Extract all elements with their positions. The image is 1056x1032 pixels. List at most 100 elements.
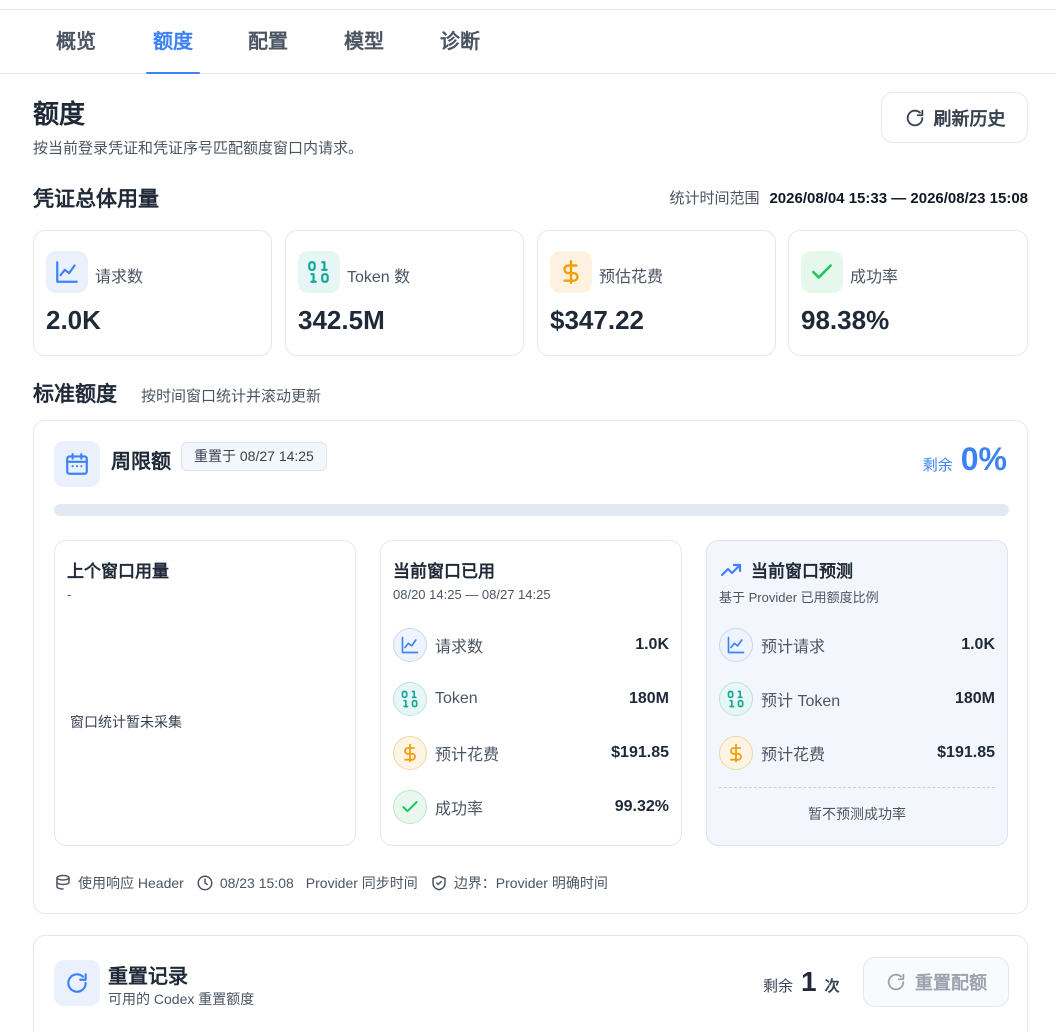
- refresh-history-label: 刷新历史: [933, 108, 1006, 129]
- dashed-divider: [719, 787, 995, 788]
- metric-value: 99.32%: [614, 798, 669, 815]
- metric-label: 请求数: [435, 639, 484, 656]
- tab-models[interactable]: 模型: [333, 10, 395, 73]
- stat-label: Token 数: [347, 269, 411, 286]
- reset-quota-label: 重置配额: [915, 973, 987, 993]
- panel-title: 当前窗口已用: [393, 562, 495, 581]
- panel-title-wrap: 当前窗口预测: [719, 557, 853, 582]
- quota-progress-bar: [54, 504, 1009, 516]
- page-subtitle: 按当前登录凭证和凭证序号匹配额度窗口内请求。: [33, 140, 364, 157]
- metric-value: 180M: [954, 690, 995, 707]
- range-label: 统计时间范围: [669, 190, 760, 207]
- metric-value: $191.85: [611, 744, 669, 761]
- stat-label: 预估花费: [599, 269, 664, 286]
- reset-record-title: 重置记录: [108, 966, 188, 988]
- metric-row-tokens: Token 180M: [393, 682, 669, 716]
- footer-boundary: 边界：Provider 明确时间: [453, 875, 608, 891]
- panel-title: 当前窗口预测: [751, 562, 853, 581]
- reset-remaining-unit: 次: [824, 978, 840, 995]
- dollar-icon: [393, 736, 427, 770]
- panel-subtitle: 08/20 14:25 — 08/27 14:25: [393, 587, 551, 602]
- metric-label: 预计 Token: [761, 693, 841, 710]
- remaining-value: 0%: [960, 441, 1007, 477]
- stat-card-success-rate: 成功率 98.38%: [788, 230, 1028, 356]
- dollar-icon: [550, 251, 592, 293]
- reset-record-subtitle: 可用的 Codex 重置额度: [108, 991, 255, 1007]
- standard-quota-subtitle: 按时间窗口统计并滚动更新: [141, 388, 322, 405]
- stat-label: 请求数: [95, 269, 144, 286]
- weekly-quota-card: 周限额 重置于 08/27 14:25 剩余 0% 上个窗口用量 - 窗口统计暂…: [33, 420, 1028, 914]
- check-icon: [801, 251, 843, 293]
- refresh-icon: [887, 973, 905, 991]
- stat-value: 2.0K: [46, 305, 101, 335]
- footer-time: 08/23 15:08: [219, 875, 294, 891]
- database-icon: [54, 874, 72, 892]
- forecast-row-tokens: 预计 Token 180M: [719, 682, 995, 716]
- reset-record-card: 重置记录 可用的 Codex 重置额度 剩余 1 次 重置配额: [33, 935, 1028, 1032]
- refresh-history-button[interactable]: 刷新历史: [881, 92, 1028, 143]
- empty-state-text: 窗口统计暂未采集: [70, 714, 182, 730]
- forecast-row-cost: 预计花费 $191.85: [719, 736, 995, 770]
- metric-label: 预计花费: [435, 747, 500, 764]
- panel-subtitle: 基于 Provider 已用额度比例: [719, 590, 879, 605]
- reset-remaining-label: 剩余: [763, 978, 794, 995]
- current-window-panel: 当前窗口已用 08/20 14:25 — 08/27 14:25 请求数 1.0…: [380, 540, 682, 846]
- line-chart-icon: [46, 251, 88, 293]
- stat-card-cost: 预估花费 $347.22: [537, 230, 776, 356]
- stat-card-tokens: Token 数 342.5M: [285, 230, 524, 356]
- usage-section-title: 凭证总体用量: [33, 188, 159, 211]
- binary-icon: [393, 682, 427, 716]
- footer-source: 使用响应 Header: [78, 875, 184, 891]
- forecast-row-requests: 预计请求 1.0K: [719, 628, 995, 662]
- metric-label: 预计请求: [761, 639, 826, 656]
- panel-title: 上个窗口用量: [67, 562, 169, 581]
- shield-check-icon: [430, 874, 448, 892]
- tab-overview[interactable]: 概览: [45, 10, 107, 73]
- metric-value: $191.85: [937, 744, 995, 761]
- stat-value: 342.5M: [298, 305, 385, 335]
- trend-up-icon: [720, 563, 742, 576]
- stat-value: 98.38%: [801, 305, 890, 335]
- clock-icon: [196, 874, 214, 892]
- reset-time-badge: 重置于 08/27 14:25: [181, 442, 327, 471]
- dollar-icon: [719, 736, 753, 770]
- page-title: 额度: [33, 99, 86, 129]
- line-chart-icon: [719, 628, 753, 662]
- footer-sync-label: Provider 同步时间: [305, 875, 418, 891]
- quota-footer: 使用响应 Header 08/23 15:08 Provider 同步时间 边界…: [54, 873, 608, 893]
- metric-row-cost: 预计花费 $191.85: [393, 736, 669, 770]
- no-forecast-note: 暂不预测成功率: [808, 806, 906, 822]
- stat-card-requests: 请求数 2.0K: [33, 230, 272, 356]
- standard-quota-title: 标准额度: [33, 383, 117, 406]
- reset-quota-button[interactable]: 重置配额: [863, 957, 1009, 1007]
- reset-remaining: 剩余 1 次: [763, 966, 840, 998]
- tab-bar: 概览 额度 配置 模型 诊断: [0, 10, 1056, 74]
- forecast-window-panel: 当前窗口预测 基于 Provider 已用额度比例 预计请求 1.0K 预计 T…: [706, 540, 1008, 846]
- remaining-label: 剩余: [922, 457, 953, 474]
- calendar-icon: [54, 441, 100, 487]
- metric-label: 预计花费: [761, 747, 826, 764]
- panel-subtitle: -: [67, 587, 72, 602]
- range-value: 2026/08/04 15:33 — 2026/08/23 15:08: [769, 190, 1028, 207]
- metric-row-requests: 请求数 1.0K: [393, 628, 669, 662]
- quota-title: 周限额: [111, 451, 171, 473]
- metric-value: 1.0K: [961, 636, 995, 653]
- refresh-icon: [906, 109, 923, 126]
- metric-row-success-rate: 成功率 99.32%: [393, 790, 669, 824]
- metric-value: 180M: [628, 690, 669, 707]
- refresh-icon: [54, 960, 100, 1006]
- binary-icon: [298, 251, 340, 293]
- metric-label: Token: [435, 690, 478, 707]
- binary-icon: [719, 682, 753, 716]
- tab-diagnostics[interactable]: 诊断: [429, 10, 491, 73]
- check-icon: [393, 790, 427, 824]
- stat-value: $347.22: [550, 305, 644, 335]
- metric-label: 成功率: [435, 801, 484, 818]
- line-chart-icon: [393, 628, 427, 662]
- stats-time-range: 统计时间范围 2026/08/04 15:33 — 2026/08/23 15:0…: [669, 187, 1028, 208]
- tab-quota[interactable]: 额度: [146, 10, 200, 74]
- quota-remaining: 剩余 0%: [923, 441, 1007, 478]
- tab-config[interactable]: 配置: [237, 10, 299, 73]
- metric-value: 1.0K: [635, 636, 669, 653]
- previous-window-panel: 上个窗口用量 - 窗口统计暂未采集: [54, 540, 356, 846]
